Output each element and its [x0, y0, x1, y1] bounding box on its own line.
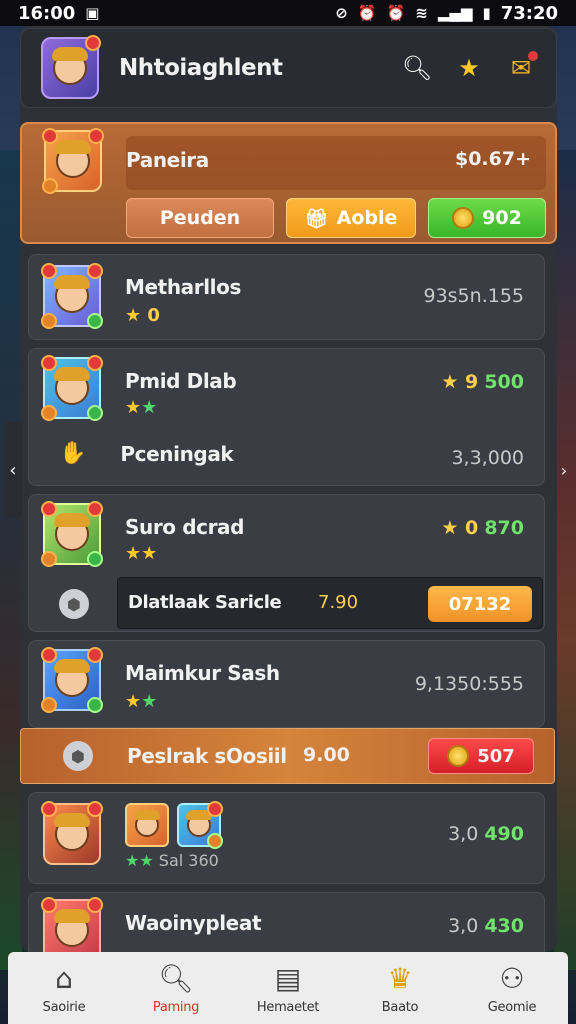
wifi-icon: ≋	[415, 4, 428, 22]
player-name: Maimkur Sash	[125, 661, 280, 685]
player-avatar	[41, 263, 103, 329]
player-score: 3,0 430	[448, 915, 524, 937]
sub-value: 3,3,000	[451, 447, 524, 469]
coin-icon	[447, 745, 470, 767]
small-avatar	[177, 801, 223, 849]
player-name: Waoinypleat	[125, 911, 262, 935]
news-icon: ▤	[274, 962, 302, 995]
player-name: Metharllos	[125, 275, 241, 299]
sub-label: Pceningak	[120, 441, 234, 466]
user-icon: ⚇	[499, 962, 525, 995]
header: Nhtoiaghlent 🔍︎ ★ ✉	[20, 28, 557, 108]
clock: 16:00	[18, 2, 76, 24]
featured-name: Paneira	[126, 148, 209, 172]
player-name: Pmid Dlab	[125, 369, 237, 393]
alarm-icon: ⏰	[357, 4, 377, 22]
mail-icon[interactable]: ✉	[506, 51, 538, 83]
page-title: Nhtoiaghlent	[119, 55, 283, 81]
featured-card[interactable]: Paneira $0.67+ Peuden 🎁︎ Aoble 902	[20, 122, 557, 244]
featured-value: $0.67+	[454, 148, 531, 170]
highlight-bar[interactable]: ⬢ Peslrak sOosiil 9.00 507	[20, 728, 555, 784]
player-avatar	[41, 801, 103, 865]
highlight-mid: 9.00	[303, 744, 350, 766]
nav-messages[interactable]: ▤ Hemaetet	[238, 962, 338, 1015]
player-stars: ★★	[125, 543, 158, 564]
featured-button-1[interactable]: Peuden	[126, 198, 274, 238]
status-time: 73:20	[500, 2, 558, 24]
small-stats: ★★ Sal 360	[125, 851, 219, 870]
player-score: ★ 9 500	[441, 371, 524, 393]
battery-icon: ▮	[482, 4, 491, 22]
scroll-left-button[interactable]: ‹	[4, 422, 22, 518]
player-avatar	[41, 355, 103, 421]
shield-icon: ⬢	[59, 589, 89, 619]
list-item[interactable]: ★★ Sal 360 3,0 490	[28, 792, 545, 884]
crown-icon: ♛	[387, 962, 413, 995]
featured-button-2[interactable]: 🎁︎ Aoble	[286, 198, 416, 238]
player-score: 3,0 490	[448, 823, 524, 845]
profile-avatar[interactable]	[41, 35, 101, 99]
search-icon: 🔍︎	[158, 962, 194, 995]
nav-ranking[interactable]: 🔍︎ Paming	[126, 962, 226, 1015]
player-name: Suro dcrad	[125, 515, 245, 539]
scroll-right-button[interactable]: ›	[556, 440, 572, 500]
nav-profile[interactable]: ⚇ Geomie	[462, 962, 562, 1015]
notification-badge	[85, 35, 101, 51]
sub-bar[interactable]: Dlatlaak Saricle 7.90 07132	[117, 577, 543, 629]
handshake-icon: ✋	[59, 441, 87, 466]
list-item[interactable]: Pmid Dlab ★★ ★ 9 500 ✋ Pceningak 3,3,000	[28, 348, 545, 486]
star-icon[interactable]: ★	[454, 53, 484, 83]
list-item[interactable]: Maimkur Sash ★★ 9,1350:555	[28, 640, 545, 728]
shield-icon: ⬢	[63, 741, 93, 771]
image-icon: ▣	[85, 4, 100, 22]
signal-icon: ▂▄▆	[437, 4, 473, 22]
sub-label: Dlatlaak Saricle	[128, 592, 282, 613]
player-score: 93s5n.155	[423, 285, 524, 307]
alarm-icon-2: ⏰	[386, 4, 406, 22]
player-stars: ★★	[125, 691, 158, 712]
list-item[interactable]: Metharllos ★ 0 93s5n.155	[28, 254, 545, 340]
small-avatar	[125, 803, 169, 847]
player-stars: ★ 0	[125, 305, 160, 326]
nav-battle[interactable]: ♛ Baato	[350, 962, 450, 1015]
gift-icon: 🎁︎	[304, 207, 329, 230]
search-icon[interactable]: 🔍︎	[402, 53, 432, 83]
coin-icon	[452, 207, 475, 229]
player-score: 9,1350:555	[414, 673, 524, 695]
player-stars: ★★	[125, 397, 158, 418]
home-icon: ⌂	[55, 962, 73, 995]
sub-mid: 7.90	[318, 592, 359, 613]
featured-avatar	[42, 128, 104, 194]
sub-action-button[interactable]: 07132	[428, 586, 532, 622]
nav-home[interactable]: ⌂ Saoirie	[14, 962, 114, 1015]
highlight-label: Peslrak sOosiil	[127, 744, 287, 768]
player-avatar	[41, 647, 103, 713]
bottom-nav: ⌂ Saoirie 🔍︎ Paming ▤ Hemaetet ♛ Baato ⚇ Geom…	[8, 952, 568, 1024]
player-score: ★ 0 870	[441, 517, 524, 539]
highlight-button[interactable]: 507	[428, 738, 534, 774]
player-avatar	[41, 501, 103, 567]
status-bar: 16:00 ▣ ⊘ ⏰ ⏰ ≋ ▂▄▆ ▮ 73:20	[0, 0, 576, 26]
list-item[interactable]: Suro dcrad ★★ ★ 0 870 ⬢ Dlatlaak Saricle…	[28, 494, 545, 632]
mute-icon: ⊘	[335, 4, 348, 22]
featured-button-3[interactable]: 902	[428, 198, 546, 238]
